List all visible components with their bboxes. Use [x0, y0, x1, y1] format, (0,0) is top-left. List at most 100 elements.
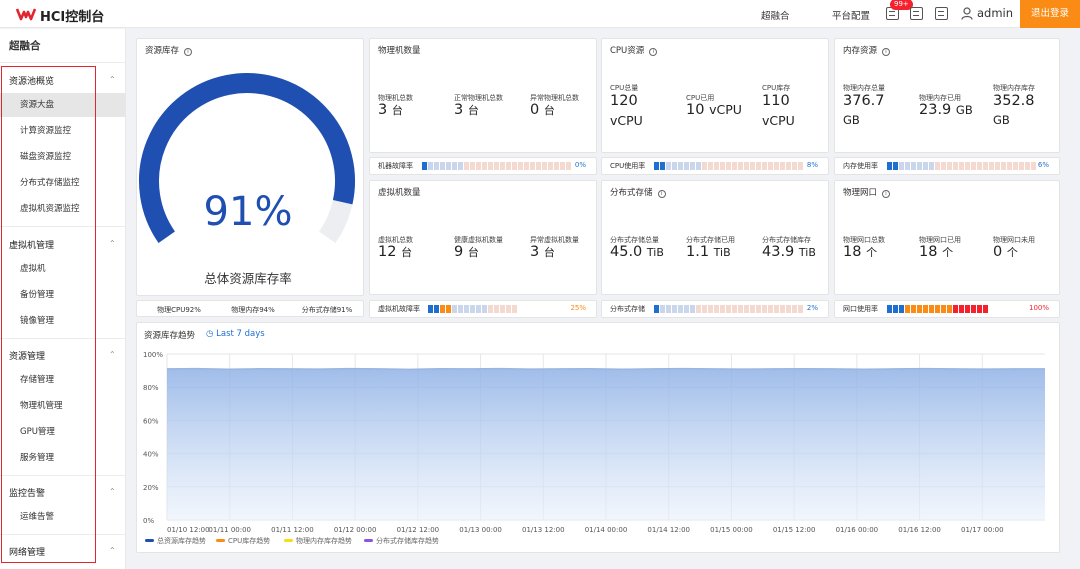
nav-platform-config[interactable]: 平台配置 — [832, 8, 870, 22]
metric-value: 18 个 — [843, 244, 878, 260]
bar-tick — [726, 305, 731, 313]
strip-storage: 分布式存储91% — [301, 306, 353, 314]
chevron-up-icon[interactable]: ⌃ — [109, 239, 116, 248]
bar-tick — [971, 162, 976, 170]
vm-failure-bar: 虚拟机故障率 25% — [369, 300, 597, 318]
info-icon[interactable]: i — [882, 48, 891, 56]
trend-chart: 100% 80% 60% 40% 20% 0% 01/10 12:0001/11 00:00… — [143, 351, 1045, 534]
message-icon[interactable] — [910, 7, 923, 20]
metric-value: 376.7 GB — [843, 93, 885, 127]
machine-failure-bar: 机器故障率 0% — [369, 157, 597, 175]
bar-tick — [959, 162, 964, 170]
bar-tick — [666, 162, 671, 170]
legend-item-memory[interactable]: 物理内存库存趋势 — [284, 536, 352, 546]
cpu-card: CPU资源 i CPU总量 120 vCPU CPU已用 10 vCPU CPU库… — [601, 38, 829, 153]
legend-item-cpu[interactable]: CPU库存趋势 — [216, 536, 270, 546]
chevron-up-icon[interactable]: ⌃ — [109, 75, 116, 84]
x-tick-label: 01/14 12:00 — [647, 526, 690, 534]
bar-tick — [893, 305, 898, 313]
info-icon[interactable]: i — [657, 190, 666, 198]
bar-tick — [780, 162, 785, 170]
metric-value: 18 个 — [919, 244, 954, 260]
legend-item-storage[interactable]: 分布式存储库存趋势 — [364, 536, 439, 546]
bar-tick — [684, 162, 689, 170]
inventory-gauge-card: 资源库存 i 91% 总体资源库存率 — [136, 38, 364, 296]
highlight-outline — [1, 66, 96, 563]
legend-swatch — [216, 539, 225, 542]
user-icon[interactable] — [961, 7, 973, 20]
bar-tick — [488, 305, 493, 313]
legend-swatch — [364, 539, 373, 542]
info-icon[interactable]: i — [649, 48, 658, 56]
bar-tick — [660, 305, 665, 313]
bar-tick — [548, 162, 553, 170]
x-tick-label: 01/15 12:00 — [773, 526, 816, 534]
bar-tick — [786, 162, 791, 170]
metric-value: 12 台 — [378, 244, 413, 260]
card-title: 内存资源 i — [843, 44, 891, 56]
bar-tick — [554, 162, 559, 170]
time-range-selector[interactable]: ◷ Last 7 days — [206, 329, 265, 339]
info-icon[interactable]: i — [882, 190, 891, 198]
chevron-up-icon[interactable]: ⌃ — [109, 487, 116, 496]
cpu-usage-bar: CPU使用率 8% — [601, 157, 829, 175]
bar-tick — [488, 162, 493, 170]
inventory-trend-card: 资源库存趋势 ◷ Last 7 days 100% 80% 60% 40% 20% 0% 0… — [136, 322, 1060, 553]
metric-value: 10 vCPU — [686, 102, 742, 118]
bar-tick — [774, 305, 779, 313]
bar-tick — [720, 162, 725, 170]
bar-tick — [923, 305, 928, 313]
bar-tick — [798, 305, 803, 313]
bar-tick — [1007, 162, 1012, 170]
bar-tick — [947, 305, 952, 313]
distributed-storage-card: 分布式存储 i 分布式存储总量 45.0 TiB 分布式存储已用 1.1 TiB … — [601, 180, 829, 295]
bar-tick — [542, 162, 547, 170]
bar-tick — [696, 162, 701, 170]
bar-tick — [941, 162, 946, 170]
bar-tick — [917, 162, 922, 170]
username[interactable]: admin — [977, 6, 1013, 20]
bar-tick — [440, 162, 445, 170]
bar-tick — [452, 305, 457, 313]
chevron-up-icon[interactable]: ⌃ — [109, 350, 116, 359]
legend-item-total[interactable]: 总资源库存趋势 — [145, 536, 206, 546]
bar-tick — [512, 162, 517, 170]
memory-usage-bar: 内存使用率 6% — [834, 157, 1060, 175]
y-tick-label: 20% — [143, 484, 159, 492]
x-tick-label: 01/13 12:00 — [522, 526, 565, 534]
bar-tick — [768, 305, 773, 313]
bar-tick — [977, 305, 982, 313]
x-tick-label: 01/14 00:00 — [585, 526, 628, 534]
bar-label: 虚拟机故障率 — [378, 305, 420, 313]
bar-tick — [714, 305, 719, 313]
bar-tick — [989, 162, 994, 170]
bar-tick — [929, 305, 934, 313]
bar-tick — [744, 305, 749, 313]
nav-hci[interactable]: 超融合 — [761, 8, 790, 22]
document-icon[interactable] — [935, 7, 948, 20]
bar-percent: 0% — [574, 161, 586, 169]
bar-tick — [536, 162, 541, 170]
bar-tick — [684, 305, 689, 313]
metric-value: 43.9 TiB — [762, 244, 816, 260]
info-icon[interactable]: i — [184, 48, 193, 56]
bar-tick — [959, 305, 964, 313]
bar-ticks — [654, 305, 803, 313]
bar-tick — [899, 162, 904, 170]
bar-tick — [1025, 162, 1030, 170]
chevron-up-icon[interactable]: ⌃ — [109, 546, 116, 555]
logout-button[interactable]: 退出登录 — [1020, 0, 1080, 28]
bar-tick — [911, 162, 916, 170]
divider — [0, 62, 126, 63]
bar-tick — [923, 162, 928, 170]
bar-tick — [530, 162, 535, 170]
bar-tick — [470, 305, 475, 313]
bar-tick — [446, 162, 451, 170]
bar-tick — [935, 162, 940, 170]
bar-tick — [762, 162, 767, 170]
bar-tick — [726, 162, 731, 170]
bar-label: 网口使用率 — [843, 305, 878, 313]
inventory-strip: 物理CPU92% 物理内存94% 分布式存储91% — [136, 300, 364, 317]
bar-tick — [470, 162, 475, 170]
bar-tick — [983, 162, 988, 170]
